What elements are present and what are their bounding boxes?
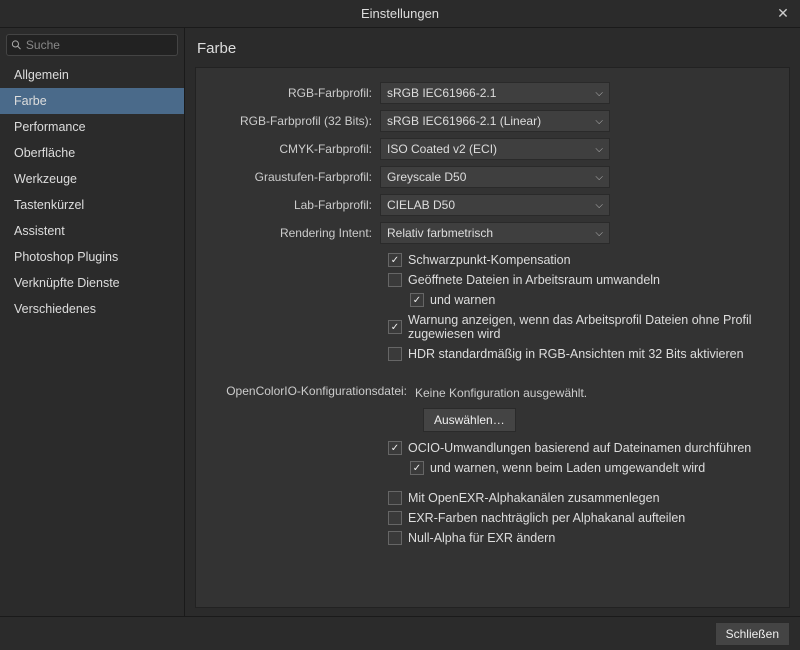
rendering-intent-label: Rendering Intent:: [210, 226, 380, 240]
close-icon[interactable]: ✕: [774, 4, 792, 22]
lab-profile-label: Lab-Farbprofil:: [210, 198, 380, 212]
ocio-filename-warn-checkbox[interactable]: [410, 461, 424, 475]
sidebar-item-verschiedenes[interactable]: Verschiedenes: [0, 296, 184, 322]
exr-null-alpha-checkbox-row[interactable]: Null-Alpha für EXR ändern: [388, 528, 775, 548]
rendering-intent-select[interactable]: Relativ farbmetrisch⌵: [380, 222, 610, 244]
cmyk-profile-select[interactable]: ISO Coated v2 (ECI)⌵: [380, 138, 610, 160]
exr-null-alpha-checkbox[interactable]: [388, 531, 402, 545]
ocio-config-status: Keine Konfiguration ausgewählt.: [415, 383, 775, 400]
close-button[interactable]: Schließen: [715, 622, 790, 646]
sidebar-item-photoshop-plugins[interactable]: Photoshop Plugins: [0, 244, 184, 270]
search-input[interactable]: [26, 38, 173, 52]
ocio-choose-button[interactable]: Auswählen…: [423, 408, 516, 432]
exr-merge-alpha-checkbox-row[interactable]: Mit OpenEXR-Alphakanälen zusammenlegen: [388, 488, 775, 508]
content: Farbe RGB-Farbprofil: sRGB IEC61966-2.1⌵…: [185, 28, 800, 616]
ocio-filename-checkbox-row[interactable]: OCIO-Umwandlungen basierend auf Dateinam…: [388, 438, 775, 458]
chevron-down-icon: ⌵: [595, 200, 603, 211]
hdr-default-checkbox[interactable]: [388, 347, 402, 361]
ocio-config-label: OpenColorIO-Konfigurationsdatei:: [210, 384, 415, 398]
sidebar-list: AllgemeinFarbePerformanceOberflächeWerkz…: [0, 62, 184, 616]
exr-merge-alpha-checkbox[interactable]: [388, 491, 402, 505]
sidebar-item-oberfläche[interactable]: Oberfläche: [0, 140, 184, 166]
convert-opened-checkbox[interactable]: [388, 273, 402, 287]
exr-split-alpha-checkbox-row[interactable]: EXR-Farben nachträglich per Alphakanal a…: [388, 508, 775, 528]
window-title: Einstellungen: [361, 6, 439, 21]
lab-profile-select[interactable]: CIELAB D50⌵: [380, 194, 610, 216]
sidebar-item-tastenkürzel[interactable]: Tastenkürzel: [0, 192, 184, 218]
blackpoint-checkbox-row[interactable]: Schwarzpunkt-Kompensation: [388, 250, 775, 270]
sidebar-item-verknüpfte-dienste[interactable]: Verknüpfte Dienste: [0, 270, 184, 296]
grayscale-profile-select[interactable]: Greyscale D50⌵: [380, 166, 610, 188]
rgb-profile-select[interactable]: sRGB IEC61966-2.1⌵: [380, 82, 610, 104]
ocio-filename-checkbox[interactable]: [388, 441, 402, 455]
sidebar-item-werkzeuge[interactable]: Werkzeuge: [0, 166, 184, 192]
chevron-down-icon: ⌵: [595, 228, 603, 239]
exr-split-alpha-checkbox[interactable]: [388, 511, 402, 525]
grayscale-profile-label: Graustufen-Farbprofil:: [210, 170, 380, 184]
sidebar-item-allgemein[interactable]: Allgemein: [0, 62, 184, 88]
blackpoint-checkbox[interactable]: [388, 253, 402, 267]
convert-opened-checkbox-row[interactable]: Geöffnete Dateien in Arbeitsraum umwande…: [388, 270, 775, 290]
hdr-default-checkbox-row[interactable]: HDR standardmäßig in RGB-Ansichten mit 3…: [388, 344, 775, 364]
titlebar: Einstellungen ✕: [0, 0, 800, 28]
chevron-down-icon: ⌵: [595, 116, 603, 127]
sidebar-item-assistent[interactable]: Assistent: [0, 218, 184, 244]
rgb32-profile-select[interactable]: sRGB IEC61966-2.1 (Linear)⌵: [380, 110, 610, 132]
warn-profile-checkbox[interactable]: [388, 320, 402, 334]
settings-panel: RGB-Farbprofil: sRGB IEC61966-2.1⌵ RGB-F…: [195, 67, 790, 608]
chevron-down-icon: ⌵: [595, 88, 603, 99]
search-input-wrap[interactable]: [6, 34, 178, 56]
ocio-filename-warn-checkbox-row[interactable]: und warnen, wenn beim Laden umgewandelt …: [388, 458, 775, 478]
chevron-down-icon: ⌵: [595, 144, 603, 155]
sidebar-item-performance[interactable]: Performance: [0, 114, 184, 140]
sidebar-item-farbe[interactable]: Farbe: [0, 88, 184, 114]
convert-warn-checkbox[interactable]: [410, 293, 424, 307]
main-area: AllgemeinFarbePerformanceOberflächeWerkz…: [0, 28, 800, 616]
warn-profile-checkbox-row[interactable]: Warnung anzeigen, wenn das Arbeitsprofil…: [388, 310, 775, 344]
rgb-profile-label: RGB-Farbprofil:: [210, 86, 380, 100]
convert-warn-checkbox-row[interactable]: und warnen: [388, 290, 775, 310]
cmyk-profile-label: CMYK-Farbprofil:: [210, 142, 380, 156]
rgb32-profile-label: RGB-Farbprofil (32 Bits):: [210, 114, 380, 128]
footer: Schließen: [0, 616, 800, 650]
chevron-down-icon: ⌵: [595, 172, 603, 183]
search-icon: [11, 39, 22, 51]
sidebar: AllgemeinFarbePerformanceOberflächeWerkz…: [0, 28, 185, 616]
page-title: Farbe: [195, 36, 790, 67]
